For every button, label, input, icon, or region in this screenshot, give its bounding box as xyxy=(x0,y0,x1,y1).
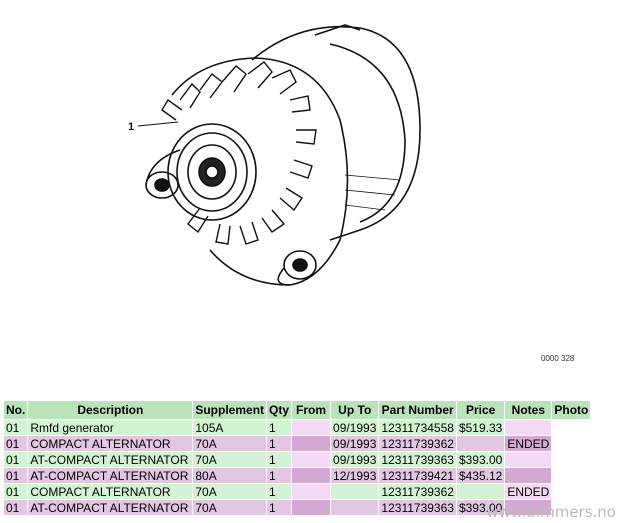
cell-up-to xyxy=(330,483,380,500)
cell-notes xyxy=(504,467,553,484)
header-up-to: Up To xyxy=(330,400,380,420)
cell-notes xyxy=(504,419,553,436)
cell-part-number[interactable]: 12311739363 xyxy=(378,451,457,468)
table-row: 01 COMPACT ALTERNATOR 70A 1 12311739362 … xyxy=(2,483,592,500)
cell-price xyxy=(455,483,506,500)
cell-photo xyxy=(551,467,592,484)
cell-supplement: 70A xyxy=(192,435,268,452)
cell-description: AT-COMPACT ALTERNATOR xyxy=(27,451,194,468)
header-price: Price xyxy=(455,400,506,420)
cell-supplement: 70A xyxy=(192,499,268,516)
cell-notes: ENDED xyxy=(504,435,553,452)
cell-supplement: 70A xyxy=(192,483,268,500)
cell-from xyxy=(291,467,332,484)
table-row: 01 COMPACT ALTERNATOR 70A 1 09/1993 1231… xyxy=(2,435,592,452)
cell-part-number[interactable]: 12311739362 xyxy=(378,483,457,500)
cell-from xyxy=(291,483,332,500)
cell-supplement: 80A xyxy=(192,467,268,484)
cell-qty: 1 xyxy=(266,467,293,484)
cell-photo xyxy=(551,451,592,468)
alternator-diagram: 1 0000 328 xyxy=(0,0,624,380)
header-part-number: Part Number xyxy=(378,400,457,420)
cell-part-number[interactable]: 12311739362 xyxy=(378,435,457,452)
cell-no: 01 xyxy=(2,451,29,468)
cell-description: AT-COMPACT ALTERNATOR xyxy=(27,467,194,484)
cell-no: 01 xyxy=(2,499,29,516)
header-photo: Photo xyxy=(551,400,592,420)
cell-supplement: 70A xyxy=(192,451,268,468)
cell-notes: ENDED xyxy=(504,483,553,500)
cell-from xyxy=(291,451,332,468)
cell-photo xyxy=(551,419,592,436)
cell-up-to: 12/1993 xyxy=(330,467,380,484)
cell-description: COMPACT ALTERNATOR xyxy=(27,435,194,452)
cell-photo xyxy=(551,483,592,500)
cell-part-number[interactable]: 12311739363 xyxy=(378,499,457,516)
site-watermark: www.bimmers.no xyxy=(486,503,616,521)
table-header-row: No. Description Supplement Qty From Up T… xyxy=(2,400,592,420)
cell-up-to: 09/1993 xyxy=(330,435,380,452)
cell-part-number[interactable]: 12311739421 xyxy=(378,467,457,484)
cell-qty: 1 xyxy=(266,499,293,516)
diagram-code: 0000 328 xyxy=(541,354,575,363)
cell-up-to xyxy=(330,499,380,516)
cell-description: Rmfd generator xyxy=(27,419,194,436)
callout-number: 1 xyxy=(128,121,134,133)
cell-description: AT-COMPACT ALTERNATOR xyxy=(27,499,194,516)
cell-photo xyxy=(551,435,592,452)
header-supplement: Supplement xyxy=(192,400,268,420)
cell-from xyxy=(291,419,332,436)
header-notes: Notes xyxy=(504,400,553,420)
cell-price: $435.12 xyxy=(455,467,506,484)
cell-no: 01 xyxy=(2,483,29,500)
cell-qty: 1 xyxy=(266,435,293,452)
cell-no: 01 xyxy=(2,467,29,484)
alternator-illustration: 1 xyxy=(128,24,421,286)
header-no: No. xyxy=(2,400,29,420)
callout-leader-line xyxy=(137,121,179,127)
cell-from xyxy=(291,435,332,452)
cell-price: $393.00 xyxy=(455,451,506,468)
header-description: Description xyxy=(27,400,194,420)
cell-up-to: 09/1993 xyxy=(330,451,380,468)
cell-supplement: 105A xyxy=(192,419,268,436)
cell-qty: 1 xyxy=(266,419,293,436)
cell-from xyxy=(291,499,332,516)
header-from: From xyxy=(291,400,332,420)
cell-price xyxy=(455,435,506,452)
cell-no: 01 xyxy=(2,419,29,436)
cell-description: COMPACT ALTERNATOR xyxy=(27,483,194,500)
table-row: 01 AT-COMPACT ALTERNATOR 80A 1 12/1993 1… xyxy=(2,467,592,484)
cell-part-number[interactable]: 12311734558 xyxy=(378,419,457,436)
cell-qty: 1 xyxy=(266,483,293,500)
parts-table: No. Description Supplement Qty From Up T… xyxy=(2,400,592,516)
cell-no: 01 xyxy=(2,435,29,452)
cell-notes xyxy=(504,451,553,468)
cell-qty: 1 xyxy=(266,451,293,468)
cell-up-to: 09/1993 xyxy=(330,419,380,436)
cell-price: $519.33 xyxy=(455,419,506,436)
table-row: 01 Rmfd generator 105A 1 09/1993 1231173… xyxy=(2,419,592,436)
header-qty: Qty xyxy=(266,400,293,420)
table-row: 01 AT-COMPACT ALTERNATOR 70A 1 09/1993 1… xyxy=(2,451,592,468)
